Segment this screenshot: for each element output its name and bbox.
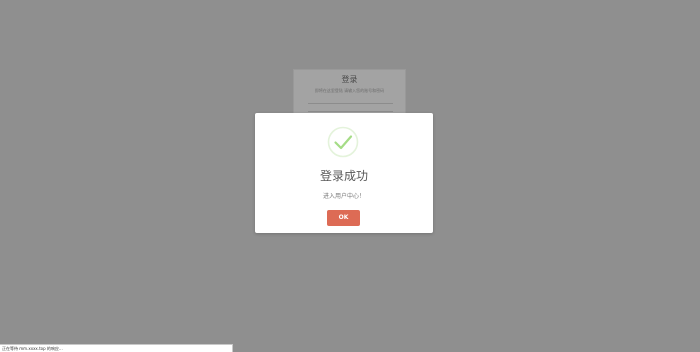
- browser-status-bar: 正在等待 mm.xxxx.top 的响应...: [0, 344, 233, 352]
- dialog-title: 登录成功: [319, 169, 368, 183]
- dialog-message: 进入用户中心！: [322, 193, 365, 200]
- checkmark-circle-icon: [327, 126, 359, 158]
- success-dialog: 登录成功 进入用户中心！ OK: [255, 113, 433, 233]
- ok-button[interactable]: OK: [327, 210, 360, 226]
